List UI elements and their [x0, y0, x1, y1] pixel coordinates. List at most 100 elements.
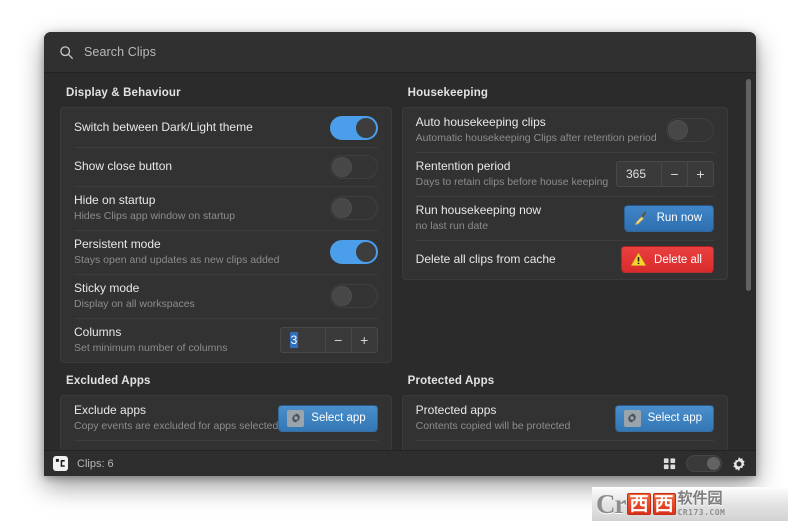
columns-spinner[interactable]: 3 − +	[279, 327, 378, 353]
gear-icon	[623, 409, 641, 427]
row-control: Select app	[278, 404, 378, 432]
gear-icon[interactable]	[731, 456, 747, 472]
watermark-url: CR173.COM	[677, 508, 726, 517]
row-sublabel: Display on all workspaces	[74, 298, 195, 310]
status-bar: Clips: 6	[44, 450, 756, 476]
row-control	[329, 284, 378, 308]
settings-scroll-area[interactable]: Display & Behaviour Switch between Dark/…	[44, 73, 756, 450]
row-label: Delete all clips from cache	[415, 252, 556, 266]
excluded-apps-card: Exclude apps Copy events are excluded fo…	[60, 395, 392, 450]
row-columns[interactable]: Columns Set minimum number of columns 3 …	[61, 318, 391, 362]
row-label: Persistent mode	[74, 237, 161, 251]
desktop-background: Display & Behaviour Switch between Dark/…	[0, 0, 800, 529]
row-text: Columns Set minimum number of columns	[74, 318, 280, 362]
watermark-cn-char-1: 西	[627, 493, 651, 515]
toggle-sticky-mode[interactable]	[329, 284, 378, 308]
row-persistent-mode[interactable]: Persistent mode Stays open and updates a…	[61, 230, 391, 274]
section-display-behaviour: Display & Behaviour Switch between Dark/…	[60, 87, 392, 363]
row-sticky-mode[interactable]: Sticky mode Display on all workspaces	[61, 274, 391, 318]
toggle-auto-housekeeping[interactable]	[666, 118, 714, 142]
vertical-scrollbar-thumb[interactable]	[746, 79, 751, 291]
exclude-select-app-label: Select app	[311, 412, 366, 424]
toggle-knob	[331, 156, 352, 177]
row-text: Run housekeeping now no last run date	[416, 196, 624, 240]
row-exclude-apps[interactable]: Exclude apps Copy events are excluded fo…	[61, 396, 391, 440]
toggle-show-close-button[interactable]	[329, 154, 378, 179]
broom-icon	[633, 210, 650, 227]
retention-decrement-button[interactable]: −	[661, 162, 687, 186]
clips-settings-window: Display & Behaviour Switch between Dark/…	[44, 32, 756, 476]
vertical-scrollbar[interactable]	[744, 73, 754, 450]
section-title-protected: Protected Apps	[407, 375, 495, 387]
watermark-text-stack: 软件园 CR173.COM	[677, 489, 726, 518]
section-title-display: Display & Behaviour	[66, 87, 181, 99]
excluded-apps-list[interactable]	[61, 440, 391, 450]
row-text: Sticky mode Display on all workspaces	[74, 274, 330, 318]
row-label: Show close button	[74, 159, 173, 173]
clips-count-label: Clips: 6	[77, 457, 114, 470]
section-protected-apps: Protected Apps Protected apps Contents c…	[401, 375, 728, 450]
row-label: Sticky mode	[74, 281, 140, 295]
row-text: Exclude apps Copy events are excluded fo…	[74, 396, 278, 440]
retention-increment-button[interactable]: +	[687, 162, 713, 186]
row-protected-apps[interactable]: Protected apps Contents copied will be p…	[403, 396, 727, 440]
row-control	[329, 115, 378, 140]
row-sublabel: Days to retain clips before house keepin…	[415, 176, 609, 188]
run-now-button[interactable]: Run now	[623, 204, 714, 232]
retention-spinner[interactable]: 365 − +	[616, 161, 714, 187]
delete-all-button[interactable]: Delete all	[621, 246, 714, 273]
row-text: Protected apps Contents copied will be p…	[416, 396, 615, 440]
row-text: Show close button	[74, 152, 330, 181]
gear-icon	[287, 409, 305, 427]
statusbar-toggle[interactable]	[686, 455, 722, 472]
toggle-persistent-mode[interactable]	[329, 240, 378, 264]
row-sublabel: Stays open and updates as new clips adde…	[74, 254, 280, 266]
row-sublabel: Hides Clips app window on startup	[74, 210, 236, 222]
exclude-select-app-button[interactable]: Select app	[278, 404, 378, 432]
row-dark-light-theme[interactable]: Switch between Dark/Light theme	[61, 108, 391, 147]
row-show-close-button[interactable]: Show close button	[61, 147, 391, 186]
warning-icon	[630, 251, 647, 268]
toggle-hide-on-startup[interactable]	[329, 196, 378, 220]
row-label: Columns	[74, 325, 122, 339]
retention-value: 365	[626, 167, 647, 181]
statusbar-toggle-knob	[707, 457, 720, 470]
search-bar	[44, 32, 756, 73]
grid-view-icon[interactable]	[662, 456, 677, 471]
row-sublabel: Copy events are excluded for apps select…	[74, 420, 279, 432]
search-input[interactable]	[84, 45, 742, 59]
toggle-knob	[668, 120, 688, 140]
row-control: Delete all	[621, 246, 714, 273]
row-text: Delete all clips from cache	[416, 245, 621, 274]
row-control	[666, 118, 714, 142]
protected-select-app-label: Select app	[647, 412, 702, 424]
row-delete-all-clips[interactable]: Delete all clips from cache Delete all	[403, 240, 727, 279]
row-text: Switch between Dark/Light theme	[74, 113, 330, 142]
row-control	[329, 196, 378, 220]
columns-value-field[interactable]: 3	[280, 328, 325, 352]
row-auto-housekeeping[interactable]: Auto housekeeping clips Automatic housek…	[403, 108, 727, 152]
section-title-excluded: Excluded Apps	[66, 375, 151, 387]
toggle-knob	[355, 117, 376, 138]
watermark-site-name: 软件园	[677, 489, 723, 507]
row-retention-period[interactable]: Rentention period Days to retain clips b…	[403, 152, 727, 196]
row-sublabel: Automatic housekeeping Clips after reten…	[415, 132, 657, 144]
run-now-label: Run now	[656, 212, 702, 224]
toggle-dark-light-theme[interactable]	[329, 115, 378, 140]
row-label: Hide on startup	[74, 193, 156, 207]
retention-value-field[interactable]: 365	[617, 162, 661, 186]
row-label: Protected apps	[415, 403, 497, 417]
section-excluded-apps: Excluded Apps Exclude apps Copy events a…	[60, 375, 392, 450]
row-sublabel: Contents copied will be protected	[415, 420, 571, 432]
protected-select-app-button[interactable]: Select app	[614, 404, 714, 432]
row-hide-on-startup[interactable]: Hide on startup Hides Clips app window o…	[61, 186, 391, 230]
row-text: Rentention period Days to retain clips b…	[416, 152, 616, 196]
protected-apps-list[interactable]	[403, 440, 727, 450]
row-text: Hide on startup Hides Clips app window o…	[74, 186, 330, 230]
toggle-knob	[331, 286, 352, 306]
search-icon	[58, 44, 74, 60]
row-label: Switch between Dark/Light theme	[74, 120, 253, 134]
row-run-housekeeping[interactable]: Run housekeeping now no last run date Ru…	[403, 196, 727, 240]
columns-decrement-button[interactable]: −	[324, 328, 351, 352]
columns-increment-button[interactable]: +	[350, 328, 377, 352]
